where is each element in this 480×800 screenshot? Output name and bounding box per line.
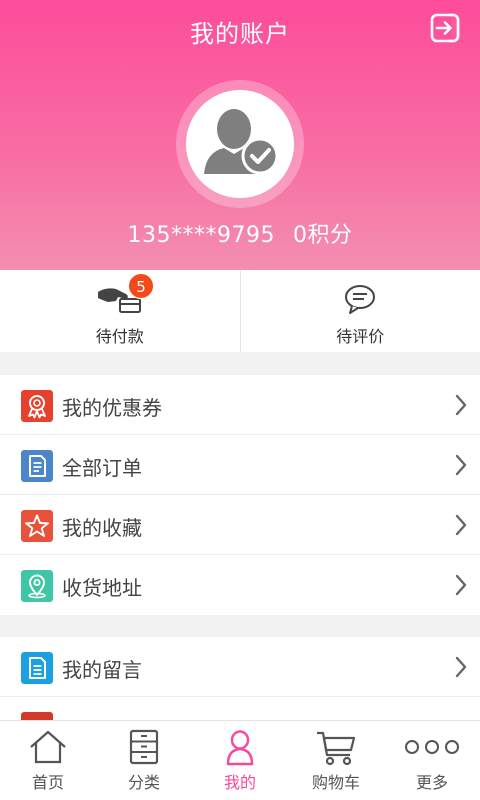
pending-payment-button[interactable]: 5 待付款 bbox=[0, 270, 240, 352]
account-header: 我的账户 135****9795 0积分 bbox=[0, 0, 480, 270]
menu-group-1: 我的优惠券 全部订单 我的收藏 收货地址 bbox=[0, 375, 480, 615]
menu-item-favorites[interactable]: 我的收藏 bbox=[0, 495, 480, 555]
chevron-right-icon bbox=[455, 514, 467, 536]
tab-label: 分类 bbox=[127, 773, 160, 792]
menu-item-label: 我的留言 bbox=[62, 658, 142, 682]
location-icon bbox=[21, 570, 53, 602]
order-icon bbox=[21, 450, 53, 482]
pending-payment-label: 待付款 bbox=[95, 327, 144, 346]
page-title: 我的账户 bbox=[190, 20, 290, 48]
more-icon bbox=[405, 740, 459, 754]
star-icon bbox=[21, 510, 53, 542]
tab-home[interactable]: 首页 bbox=[0, 721, 96, 800]
menu-group-2: 我的留言 bbox=[0, 637, 480, 720]
menu-item-label: 收货地址 bbox=[62, 576, 142, 600]
chevron-right-icon bbox=[455, 454, 467, 476]
logout-icon[interactable] bbox=[430, 13, 460, 43]
cart-icon bbox=[317, 731, 356, 766]
menu-item-coupons[interactable]: 我的优惠券 bbox=[0, 375, 480, 435]
phone-number: 135****9795 bbox=[127, 223, 275, 248]
menu-item-label: 我的收藏 bbox=[62, 516, 142, 540]
avatar[interactable] bbox=[186, 90, 294, 198]
tab-more[interactable]: 更多 bbox=[384, 721, 480, 800]
chevron-right-icon bbox=[455, 394, 467, 416]
pending-review-label: 待评价 bbox=[336, 327, 385, 346]
category-icon bbox=[129, 729, 159, 765]
user-icon bbox=[226, 730, 254, 766]
bottom-tab-bar: 首页 分类 我的 购物车 更多 bbox=[0, 720, 480, 800]
points: 0积分 bbox=[292, 223, 353, 248]
profile-summary: 135****9795 0积分 bbox=[0, 217, 480, 249]
menu-item-label: 我的优惠券 bbox=[62, 396, 162, 420]
chevron-right-icon bbox=[455, 656, 467, 678]
pending-payment-badge: 5 bbox=[128, 273, 154, 299]
menu-item-address[interactable]: 收货地址 bbox=[0, 555, 480, 615]
tab-label: 首页 bbox=[31, 773, 64, 792]
home-icon bbox=[30, 730, 66, 764]
tab-cart[interactable]: 购物车 bbox=[288, 721, 384, 800]
tab-label: 购物车 bbox=[311, 773, 360, 792]
order-quick-actions: 5 待付款 待评价 bbox=[0, 270, 480, 352]
tab-mine[interactable]: 我的 bbox=[192, 721, 288, 800]
menu-item-partial[interactable] bbox=[21, 712, 53, 720]
pending-review-button[interactable]: 待评价 bbox=[239, 270, 480, 352]
avatar-ring bbox=[176, 80, 304, 208]
user-avatar-icon bbox=[204, 109, 279, 175]
tab-label: 我的 bbox=[223, 773, 256, 792]
chat-bubble-icon bbox=[345, 285, 376, 314]
menu-item-all-orders[interactable]: 全部订单 bbox=[0, 435, 480, 495]
coupon-icon bbox=[21, 390, 53, 422]
chevron-right-icon bbox=[455, 574, 467, 596]
tab-category[interactable]: 分类 bbox=[96, 721, 192, 800]
menu-item-label: 全部订单 bbox=[62, 456, 142, 480]
message-doc-icon bbox=[21, 652, 53, 684]
menu-item-messages[interactable]: 我的留言 bbox=[0, 637, 480, 697]
tab-label: 更多 bbox=[415, 773, 448, 792]
